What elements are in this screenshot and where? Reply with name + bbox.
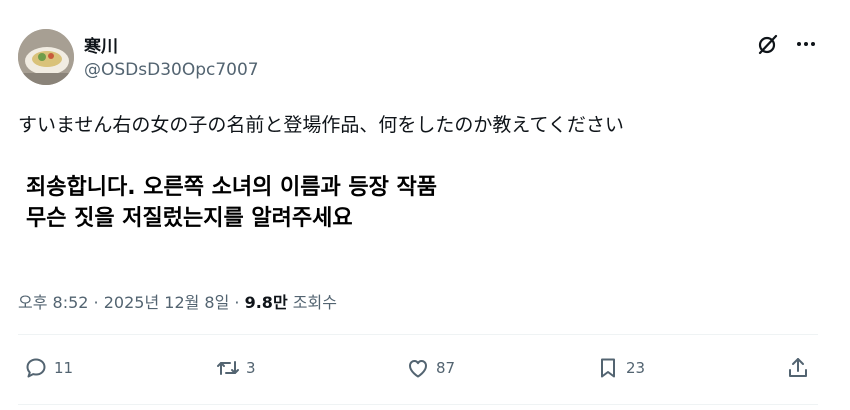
share-button[interactable] [786, 356, 810, 384]
caption-line-1: 죄송합니다. 오른쪽 소녀의 이름과 등장 작품 [26, 175, 437, 200]
share-icon [789, 358, 807, 377]
post-meta: 오후 8:52 · 2025년 12월 8일 · 9.8만 조회수 [18, 289, 337, 313]
reply-button[interactable]: 11 [24, 356, 73, 380]
reply-icon [26, 358, 46, 378]
heart-icon [409, 360, 427, 378]
grok-icon[interactable] [756, 32, 780, 56]
user-handle[interactable]: @OSDsD30Opc7007 [84, 60, 259, 80]
post-date[interactable]: 2025년 12월 8일 [104, 293, 230, 312]
translation-caption: 죄송합니다. 오른쪽 소녀의 이름과 등장 작품 무슨 짓을 저질렀는지를 알려… [26, 172, 437, 234]
more-icon[interactable] [794, 32, 818, 56]
avatar-image [18, 29, 74, 85]
like-button[interactable]: 87 [406, 356, 455, 380]
views-count: 9.8만 [244, 293, 288, 312]
post-time[interactable]: 오후 8:52 [18, 293, 88, 312]
avatar[interactable] [18, 29, 74, 85]
caption-line-2: 무슨 짓을 저질렀는지를 알려주세요 [26, 206, 353, 231]
divider [18, 404, 818, 405]
meta-separator: · [229, 293, 245, 312]
divider [18, 334, 818, 335]
views-label: 조회수 [287, 293, 337, 312]
repost-count: 3 [246, 359, 256, 377]
reply-count: 11 [54, 359, 74, 377]
bookmark-button[interactable]: 23 [596, 356, 645, 380]
meta-separator: · [88, 293, 104, 312]
bookmark-icon [601, 358, 615, 378]
bookmark-count: 23 [626, 359, 646, 377]
post-text: すいません右の女の子の名前と登場作品、何をしたのか教えてください [18, 114, 624, 136]
like-count: 87 [436, 359, 456, 377]
repost-icon [217, 361, 239, 375]
display-name[interactable]: 寒川 [84, 32, 118, 57]
repost-button[interactable]: 3 [216, 356, 256, 380]
